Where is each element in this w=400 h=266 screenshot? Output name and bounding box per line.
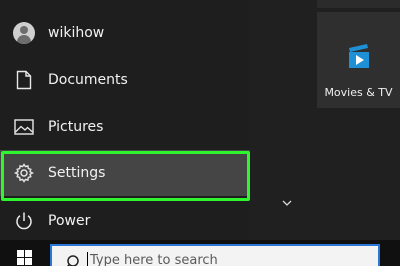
start-menu-rail: wikihow Documents Pictures Settings Powe…	[0, 0, 250, 240]
search-input[interactable]: Type here to search	[50, 244, 380, 266]
documents-item[interactable]: Documents	[0, 58, 250, 102]
text-cursor	[87, 252, 88, 266]
movies-tv-tile[interactable]: Movies & TV	[317, 12, 400, 108]
gear-icon	[13, 162, 35, 184]
documents-label: Documents	[48, 72, 128, 88]
power-icon	[13, 210, 35, 232]
pictures-icon	[13, 116, 35, 138]
tiles-area: Movies & TV	[250, 0, 400, 240]
chevron-down-icon[interactable]	[281, 198, 293, 208]
power-item[interactable]: Power	[0, 199, 250, 243]
user-avatar-icon	[13, 22, 35, 44]
pictures-label: Pictures	[48, 119, 104, 135]
windows-logo-icon[interactable]	[8, 248, 38, 266]
tile-partial	[317, 0, 400, 8]
settings-item[interactable]: Settings	[0, 150, 250, 196]
power-label: Power	[48, 213, 91, 229]
document-icon	[13, 69, 35, 91]
pictures-item[interactable]: Pictures	[0, 105, 250, 149]
movies-tv-icon	[347, 42, 371, 76]
search-icon	[66, 255, 79, 266]
search-placeholder: Type here to search	[90, 253, 218, 266]
settings-label: Settings	[48, 165, 106, 181]
movies-tv-label: Movies & TV	[324, 86, 393, 99]
account-item[interactable]: wikihow	[0, 11, 250, 55]
taskbar: Type here to search	[0, 240, 400, 266]
account-label: wikihow	[48, 25, 105, 41]
screen: wikihow Documents Pictures Settings Powe…	[0, 0, 400, 266]
